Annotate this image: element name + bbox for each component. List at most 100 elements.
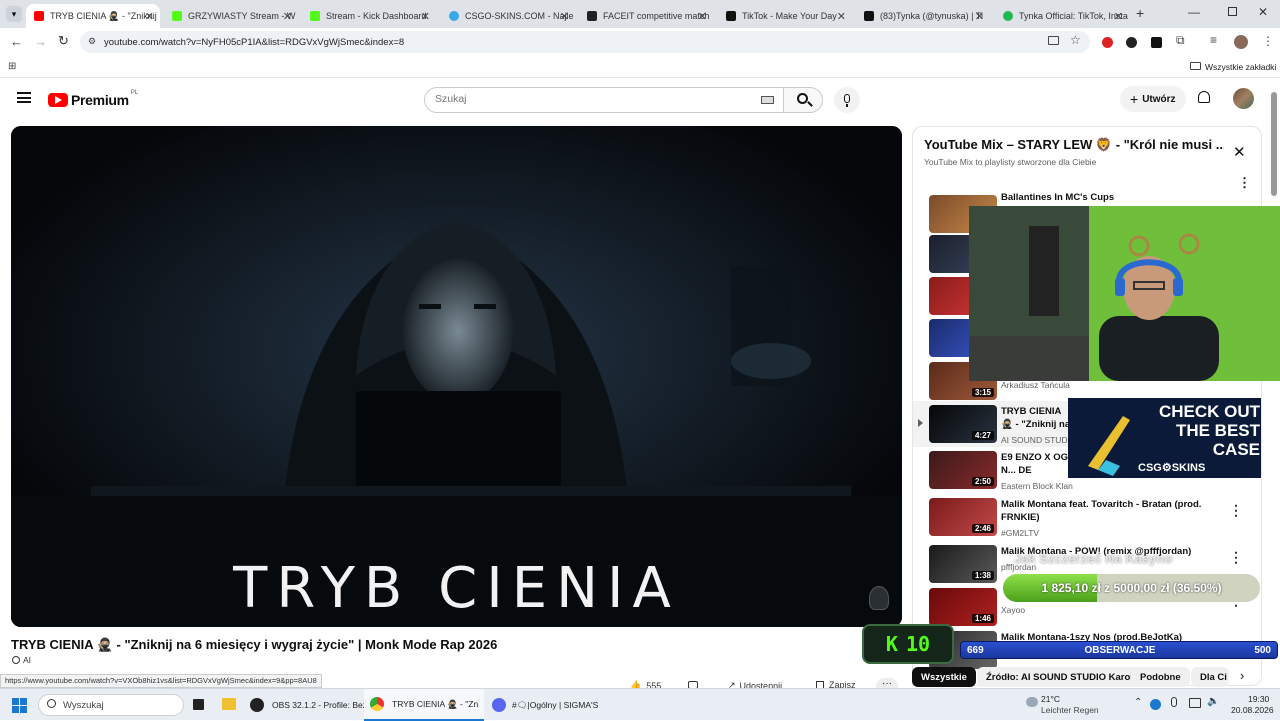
bookmark-star-icon[interactable]: ☆ [1070,33,1081,47]
item-menu-icon[interactable]: ⋮ [1229,550,1243,564]
channel-watermark-icon[interactable] [869,586,889,610]
video-thumbnail[interactable]: 2:46 [929,498,997,536]
chip-related[interactable]: Podobne [1131,667,1190,687]
tab-kick-dashboard[interactable]: Stream - Kick Dashboard ✕ [302,4,436,28]
page-scrollbar[interactable] [1271,92,1277,196]
back-icon[interactable]: ← [10,34,23,49]
account-avatar[interactable] [1233,88,1254,109]
keyboard-icon[interactable] [761,96,774,104]
webcam-feed-image [969,206,1280,381]
taskbar-time[interactable]: 19:30 [1248,694,1269,704]
chips-next-icon[interactable]: › [1240,668,1244,683]
tab-tynka-official[interactable]: Tynka Official: TikTok, Insta ✕ [995,4,1129,28]
all-bookmarks-link[interactable]: Wszystkie zakładki [1205,62,1276,72]
taskbar-search-box[interactable]: Wyszukaj [38,694,184,716]
tab-close-icon[interactable]: ✕ [421,10,430,23]
kick-favicon-icon [172,11,182,21]
chrome-icon [370,697,384,711]
taskbar-app-obs[interactable]: OBS 32.1.2 - Profile: Bez [250,689,367,721]
tab-close-icon[interactable]: ✕ [1114,10,1123,23]
forward-icon[interactable]: → [34,34,47,49]
media-controls-icon[interactable]: ≡ [1210,33,1217,47]
task-view-icon[interactable] [193,699,204,710]
extensions-puzzle-icon[interactable]: ⧉ [1176,33,1185,48]
tab-faceit[interactable]: FACEIT competitive match ✕ [579,4,713,28]
tab-search-button[interactable]: ▾ [6,6,22,22]
taskbar-app-discord[interactable]: #🗨|Ogólny | SIGMA'S [492,689,598,721]
start-button[interactable] [12,689,27,721]
tab-youtube[interactable]: TRYB CIENIA 🥷🏼 - "Zniknij ✕ [26,4,160,28]
tab-kick-stream[interactable]: GRZYWIASTY Stream - W ✕ [164,4,298,28]
playlist-title[interactable]: YouTube Mix – STARY LEW 🦁 - "Król nie mu… [924,137,1224,153]
tiktok-favicon-icon [864,11,874,21]
microphone-icon[interactable] [1171,697,1177,707]
search-button[interactable] [783,87,823,113]
video-title: TRYB CIENIA 🥷🏼 - "Zniknij na 6 miesięcy … [11,637,498,652]
hamburger-menu-icon[interactable] [17,92,31,103]
more-actions-button[interactable]: ··· [876,678,898,689]
taskbar-app-label: TRYB CIENIA 🥷🏼 - "Znik [392,698,478,709]
new-tab-button[interactable]: + [1136,5,1144,21]
follower-goal-label: OBSERWACJE [1084,645,1156,656]
weather-icon[interactable] [1026,697,1038,707]
playlist-item-title[interactable]: TRYB CIENIA 🥷🏼 - "Zniknij na 6 ... życie… [1001,405,1071,431]
video-player[interactable]: TRYB CIENIA [11,126,902,627]
weather-desc[interactable]: Leichter Regen [1041,705,1099,715]
tab-close-icon[interactable]: ✕ [560,10,569,23]
tiktok-favicon-icon [726,11,736,21]
extension-icon-red[interactable] [1102,37,1113,48]
volume-icon[interactable]: 🔈 [1207,696,1219,707]
tray-app-icon[interactable] [1150,699,1161,710]
youtube-logo[interactable]: Premium PL [48,90,138,108]
url-text[interactable]: youtube.com/watch?v=NyFH05cP1IA&list=RDG… [104,37,404,48]
notifications-bell-icon[interactable] [1198,91,1210,103]
tab-strip: ▾ TRYB CIENIA 🥷🏼 - "Zniknij ✕ GRZYWIASTY… [0,0,1280,28]
tab-csgo-skins[interactable]: CSGO-SKINS.COM - Najle ✕ [441,4,575,28]
site-info-icon[interactable]: ⚙ [88,36,96,47]
playlist-menu-icon[interactable]: ⋮ [1238,175,1251,191]
taskbar-app-chrome[interactable]: TRYB CIENIA 🥷🏼 - "Znik [364,689,484,721]
tab-close-icon[interactable]: ✕ [975,10,984,23]
video-thumbnail[interactable]: 4:27 [929,405,997,443]
voice-search-icon[interactable] [834,87,860,113]
search-input[interactable] [435,93,735,105]
taskbar-date[interactable]: 20.08.2026 [1231,705,1274,715]
minimize-button[interactable]: — [1188,5,1200,19]
chip-for-you[interactable]: Dla Ci [1191,667,1229,687]
kick-counter-badge: K 10 [862,624,954,664]
chip-all[interactable]: Wszystkie [912,667,976,687]
file-explorer-icon[interactable] [222,698,236,710]
video-thumbnail[interactable]: 1:38 [929,545,997,583]
video-thumbnail[interactable]: 2:50 [929,451,997,489]
network-icon[interactable] [1189,698,1201,708]
tab-close-icon[interactable]: ✕ [283,10,292,23]
video-thumbnail[interactable]: 1:46 [929,588,997,626]
video-duration: 3:15 [971,388,994,397]
playlist-item-title[interactable]: Ballantines In MC's Cups [1001,191,1211,204]
weather-temp[interactable]: 21°C [1041,694,1060,704]
tab-close-icon[interactable]: ✕ [837,10,846,23]
playlist-item[interactable]: 2:46 Malik Montana feat. Tovaritch - Bra… [929,498,1259,544]
logo-text: Premium [71,92,129,108]
reload-icon[interactable]: ↻ [58,33,69,49]
install-app-icon[interactable] [1048,36,1059,45]
profile-avatar[interactable] [1234,35,1248,49]
playlist-item-title[interactable]: Malik Montana feat. Tovaritch - Bratan (… [1001,498,1211,524]
apps-grid-icon[interactable]: ⊞ [8,61,16,72]
tab-tiktok-tynka[interactable]: (83)Tynka (@tynuska) | Ti ✕ [856,4,990,28]
tray-chevron-icon[interactable]: ⌃ [1134,697,1142,708]
tab-tiktok[interactable]: TikTok - Make Your Day ✕ [718,4,852,28]
maximize-button[interactable] [1228,7,1237,16]
window-close-button[interactable]: ✕ [1258,5,1268,19]
close-icon[interactable]: ✕ [1233,143,1246,161]
browser-menu-icon[interactable]: ⋮ [1262,34,1274,48]
create-button[interactable]: + Utwórz [1120,86,1186,112]
playlist-item-title[interactable]: E9 ENZO X OG N... DE FAVELA) [1001,451,1071,477]
search-box[interactable] [424,87,784,113]
extension-icon-square[interactable] [1151,37,1162,48]
item-menu-icon[interactable]: ⋮ [1229,503,1243,517]
tab-close-icon[interactable]: ✕ [145,10,154,23]
extension-icon-dark[interactable] [1126,37,1137,48]
tab-close-icon[interactable]: ✕ [698,10,707,23]
chip-source[interactable]: Źródło: AI SOUND STUDIO Karol [977,667,1142,687]
